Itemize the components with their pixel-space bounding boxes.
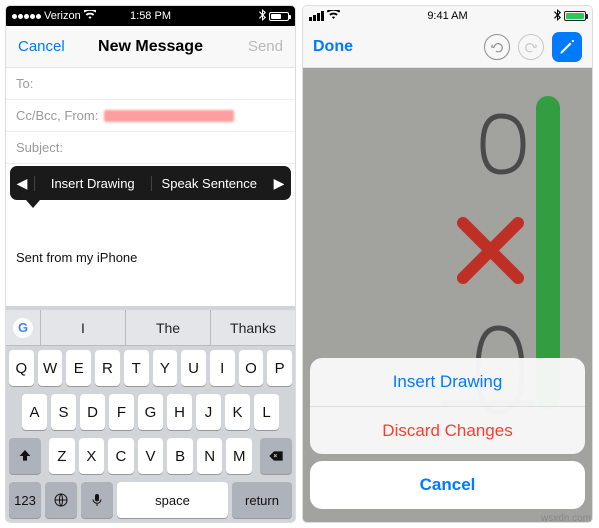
backspace-key[interactable]	[260, 438, 292, 474]
ccbcc-field[interactable]: Cc/Bcc, From:	[6, 100, 295, 132]
battery-icon	[564, 11, 586, 21]
drawing-navbar: Done	[303, 26, 592, 68]
key-j[interactable]: J	[196, 394, 221, 430]
from-address-redacted	[104, 110, 234, 122]
mail-compose-phone: Verizon 1:58 PM Cancel New Message Send …	[6, 6, 295, 522]
drawing-phone: 9:41 AM Done	[303, 6, 592, 522]
keyboard: G I The Thanks QWERTYUIOP ASDFGHJKL ZXCV…	[6, 306, 295, 522]
key-x[interactable]: X	[79, 438, 105, 474]
message-body[interactable]: To find the treasure, you have to start …	[6, 164, 295, 273]
shift-key[interactable]	[9, 438, 41, 474]
pen-tool-button[interactable]	[552, 32, 582, 62]
globe-key[interactable]	[45, 482, 77, 518]
signature-text: Sent from my iPhone	[16, 250, 285, 265]
mic-key[interactable]	[81, 482, 113, 518]
key-b[interactable]: B	[167, 438, 193, 474]
to-field[interactable]: To:	[6, 68, 295, 100]
subject-field[interactable]: Subject:	[6, 132, 295, 164]
key-i[interactable]: I	[210, 350, 235, 386]
key-q[interactable]: Q	[9, 350, 34, 386]
key-y[interactable]: Y	[153, 350, 178, 386]
menu-next-icon[interactable]: ▶	[267, 175, 291, 192]
speak-sentence-menuitem[interactable]: Speak Sentence	[151, 176, 268, 191]
key-m[interactable]: M	[226, 438, 252, 474]
suggestion-2[interactable]: The	[125, 310, 210, 345]
key-c[interactable]: C	[108, 438, 134, 474]
key-s[interactable]: S	[51, 394, 76, 430]
key-o[interactable]: O	[239, 350, 264, 386]
key-g[interactable]: G	[138, 394, 163, 430]
key-v[interactable]: V	[138, 438, 164, 474]
key-a[interactable]: A	[22, 394, 47, 430]
menu-prev-icon[interactable]: ◀	[10, 175, 34, 192]
send-button[interactable]: Send	[248, 38, 283, 55]
suggestion-1[interactable]: I	[40, 310, 125, 345]
return-key[interactable]: return	[232, 482, 292, 518]
key-z[interactable]: Z	[49, 438, 75, 474]
key-h[interactable]: H	[167, 394, 192, 430]
battery-icon	[269, 12, 289, 21]
key-w[interactable]: W	[38, 350, 63, 386]
key-t[interactable]: T	[124, 350, 149, 386]
key-e[interactable]: E	[66, 350, 91, 386]
key-l[interactable]: L	[254, 394, 279, 430]
subject-label: Subject:	[16, 140, 63, 155]
key-f[interactable]: F	[109, 394, 134, 430]
watermark: wsxdn.com	[541, 513, 591, 524]
status-bar: 9:41 AM	[303, 6, 592, 26]
google-key[interactable]: G	[6, 318, 40, 338]
done-button[interactable]: Done	[313, 38, 353, 56]
space-key[interactable]: space	[117, 482, 228, 518]
status-bar: Verizon 1:58 PM	[6, 6, 295, 26]
key-p[interactable]: P	[267, 350, 292, 386]
to-label: To:	[16, 76, 33, 91]
redo-button[interactable]	[518, 34, 544, 60]
suggestion-3[interactable]: Thanks	[210, 310, 295, 345]
insert-drawing-button[interactable]: Insert Drawing	[310, 358, 585, 406]
cancel-sheet-button[interactable]: Cancel	[310, 461, 585, 509]
compose-navbar: Cancel New Message Send	[6, 26, 295, 68]
action-sheet: Insert Drawing Discard Changes Cancel	[310, 358, 585, 516]
clock-label: 9:41 AM	[303, 10, 592, 22]
ccbcc-label: Cc/Bcc, From:	[16, 108, 98, 123]
insert-drawing-menuitem[interactable]: Insert Drawing	[34, 176, 151, 191]
undo-button[interactable]	[484, 34, 510, 60]
key-u[interactable]: U	[181, 350, 206, 386]
key-r[interactable]: R	[95, 350, 120, 386]
clock-label: 1:58 PM	[6, 10, 295, 22]
numbers-key[interactable]: 123	[9, 482, 41, 518]
text-context-menu: ◀ Insert Drawing Speak Sentence ▶	[10, 166, 291, 200]
suggestion-bar: G I The Thanks	[6, 310, 295, 346]
cancel-button[interactable]: Cancel	[18, 38, 65, 55]
key-k[interactable]: K	[225, 394, 250, 430]
key-n[interactable]: N	[197, 438, 223, 474]
discard-changes-button[interactable]: Discard Changes	[310, 406, 585, 454]
key-d[interactable]: D	[80, 394, 105, 430]
